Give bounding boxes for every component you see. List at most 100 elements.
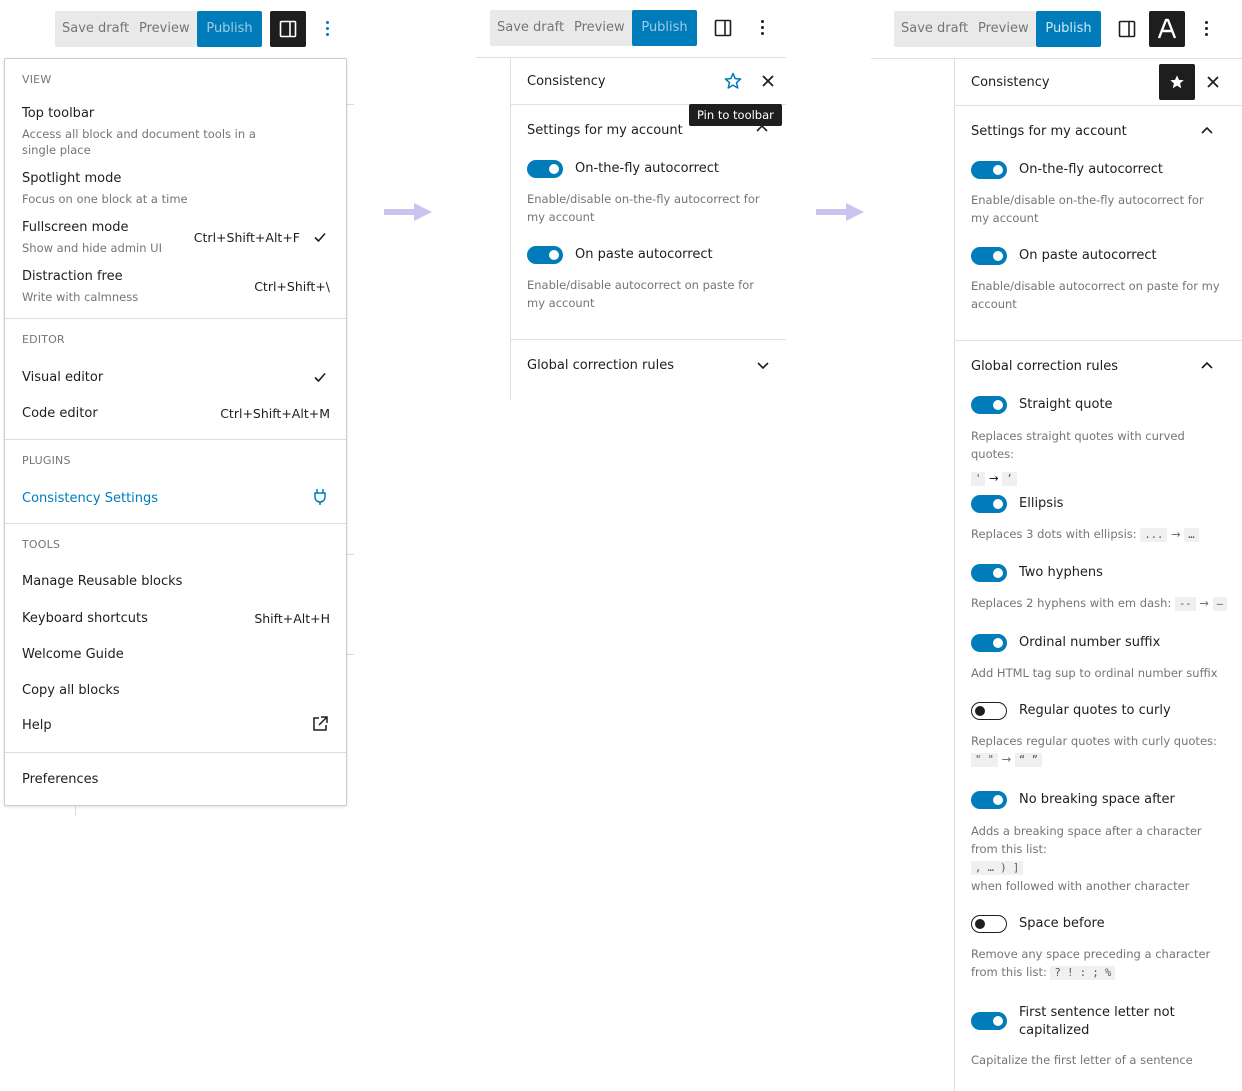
nbsp-after-label: No breaking space after: [1019, 792, 1175, 807]
ellipsis-toggle[interactable]: [971, 495, 1007, 513]
top-toolbar-desc: Access all block and document tools in a…: [22, 127, 256, 157]
two-hyphens-to: —: [1212, 597, 1227, 611]
two-hyphens-arrow: →: [1199, 596, 1209, 610]
onthefly-help: Enable/disable on-the-fly autocorrect fo…: [971, 193, 1204, 225]
background-line: [347, 654, 354, 655]
consistency-pinned-button[interactable]: [1149, 11, 1185, 47]
space-before-toggle[interactable]: [971, 915, 1007, 933]
sidebar-border: [510, 58, 511, 400]
straight-quote-arrow: →: [988, 471, 999, 485]
welcome-guide-item[interactable]: Welcome Guide: [22, 647, 124, 662]
ordinal-label: Ordinal number suffix: [1019, 635, 1161, 650]
star-icon[interactable]: [724, 72, 742, 90]
save-draft-button[interactable]: Save draft: [55, 11, 137, 47]
visual-editor-item[interactable]: Visual editor: [22, 370, 103, 385]
top-toolbar-item[interactable]: Top toolbar: [22, 106, 94, 121]
options-menu: VIEW Top toolbar Access all block and do…: [4, 58, 347, 806]
help-item[interactable]: Help: [22, 718, 52, 733]
two-hyphens-label: Two hyphens: [1019, 565, 1103, 580]
global-section-title[interactable]: Global correction rules: [971, 359, 1118, 374]
onpaste-toggle[interactable]: [971, 247, 1007, 265]
publish-button[interactable]: Publish: [1036, 11, 1101, 47]
save-draft-button[interactable]: Save draft: [894, 11, 976, 47]
two-hyphens-toggle[interactable]: [971, 564, 1007, 582]
preview-button[interactable]: Preview: [132, 11, 197, 47]
distraction-free-desc: Write with calmness: [22, 290, 139, 304]
pin-tooltip: Pin to toolbar: [689, 104, 782, 126]
regular-quotes-help: Replaces regular quotes with curly quote…: [971, 732, 1221, 769]
kebab-menu-icon[interactable]: [761, 20, 765, 38]
sidebar-toggle-icon: [279, 20, 297, 38]
menu-divider: [5, 439, 346, 440]
spotlight-item[interactable]: Spotlight mode: [22, 171, 121, 186]
preferences-item[interactable]: Preferences: [22, 772, 98, 787]
chevron-up-icon[interactable]: [1201, 361, 1213, 369]
kebab-menu-icon[interactable]: [326, 21, 330, 39]
header-border: [871, 58, 1242, 59]
two-hyphens-desc: Replaces 2 hyphens with em dash:: [971, 596, 1172, 610]
copy-all-blocks-item[interactable]: Copy all blocks: [22, 683, 120, 698]
ellipsis-help: Replaces 3 dots with ellipsis: ... → …: [971, 525, 1226, 544]
publish-button[interactable]: Publish: [197, 11, 262, 47]
straight-quote-help: Replaces straight quotes with curved quo…: [971, 427, 1221, 488]
onthefly-help: Enable/disable on-the-fly autocorrect fo…: [527, 192, 760, 224]
pin-button[interactable]: [1159, 64, 1195, 100]
menu-divider: [5, 318, 346, 319]
fullscreen-item[interactable]: Fullscreen mode: [22, 220, 128, 235]
onthefly-toggle[interactable]: [527, 160, 563, 178]
panel-title: Consistency: [527, 74, 606, 89]
sidebar-toggle-icon: [1118, 20, 1136, 38]
preview-button[interactable]: Preview: [971, 11, 1036, 47]
sidebar-border: [954, 59, 955, 1091]
onthefly-label: On-the-fly autocorrect: [575, 161, 719, 176]
consistency-logo-icon: [1157, 18, 1177, 39]
spotlight-desc: Focus on one block at a time: [22, 192, 188, 206]
consistency-settings-item[interactable]: Consistency Settings: [22, 491, 158, 506]
right-arrow-icon: [816, 203, 864, 221]
nbsp-after-list: , … ) ]: [971, 861, 1024, 875]
settings-toggle-button[interactable]: [1109, 11, 1145, 47]
code-editor-item[interactable]: Code editor: [22, 406, 98, 421]
background-line: [347, 104, 354, 105]
close-icon[interactable]: [762, 75, 774, 87]
save-draft-button[interactable]: Save draft: [490, 10, 572, 46]
nbsp-after-help: Adds a breaking space after a character …: [971, 822, 1221, 895]
ellipsis-from: ...: [1140, 528, 1168, 542]
onthefly-toggle[interactable]: [971, 161, 1007, 179]
regular-quotes-desc: Replaces regular quotes with curly quote…: [971, 734, 1217, 748]
account-section-title[interactable]: Settings for my account: [971, 124, 1127, 139]
space-before-label: Space before: [1019, 916, 1105, 931]
nbsp-after-tail: when followed with another character: [971, 879, 1190, 893]
distraction-free-item[interactable]: Distraction free: [22, 269, 123, 284]
two-hyphens-help: Replaces 2 hyphens with em dash: -- → —: [971, 594, 1231, 613]
close-icon[interactable]: [1207, 76, 1219, 88]
ordinal-toggle[interactable]: [971, 634, 1007, 652]
ellipsis-desc: Replaces 3 dots with ellipsis:: [971, 527, 1137, 541]
preview-button[interactable]: Preview: [567, 10, 632, 46]
account-section-title[interactable]: Settings for my account: [527, 123, 683, 138]
regular-quotes-to: “ ”: [1014, 753, 1042, 767]
keyboard-shortcuts-item[interactable]: Keyboard shortcuts: [22, 611, 148, 626]
chevron-up-icon[interactable]: [1201, 126, 1213, 134]
settings-toggle-button[interactable]: [705, 10, 741, 46]
regular-quotes-label: Regular quotes to curly: [1019, 703, 1171, 718]
ellipsis-to: …: [1184, 528, 1199, 542]
kebab-menu-icon[interactable]: [1205, 21, 1209, 39]
onpaste-toggle[interactable]: [527, 246, 563, 264]
first-letter-toggle[interactable]: [971, 1012, 1007, 1030]
fullscreen-shortcut: Ctrl+Shift+Alt+F: [193, 230, 300, 245]
onpaste-label: On paste autocorrect: [1019, 248, 1157, 263]
chevron-down-icon[interactable]: [757, 362, 769, 370]
manage-reusable-item[interactable]: Manage Reusable blocks: [22, 574, 182, 589]
regular-quotes-arrow: →: [1001, 752, 1012, 766]
regular-quotes-toggle[interactable]: [971, 702, 1007, 720]
global-section-title[interactable]: Global correction rules: [527, 358, 674, 373]
ordinal-help: Add HTML tag sup to ordinal number suffi…: [971, 666, 1218, 680]
menu-divider: [5, 523, 346, 524]
straight-quote-toggle[interactable]: [971, 396, 1007, 414]
publish-button[interactable]: Publish: [632, 10, 697, 46]
panel-title: Consistency: [971, 75, 1050, 90]
nbsp-after-toggle[interactable]: [971, 791, 1007, 809]
settings-toggle-button[interactable]: [270, 11, 306, 47]
tools-heading: TOOLS: [22, 538, 61, 551]
